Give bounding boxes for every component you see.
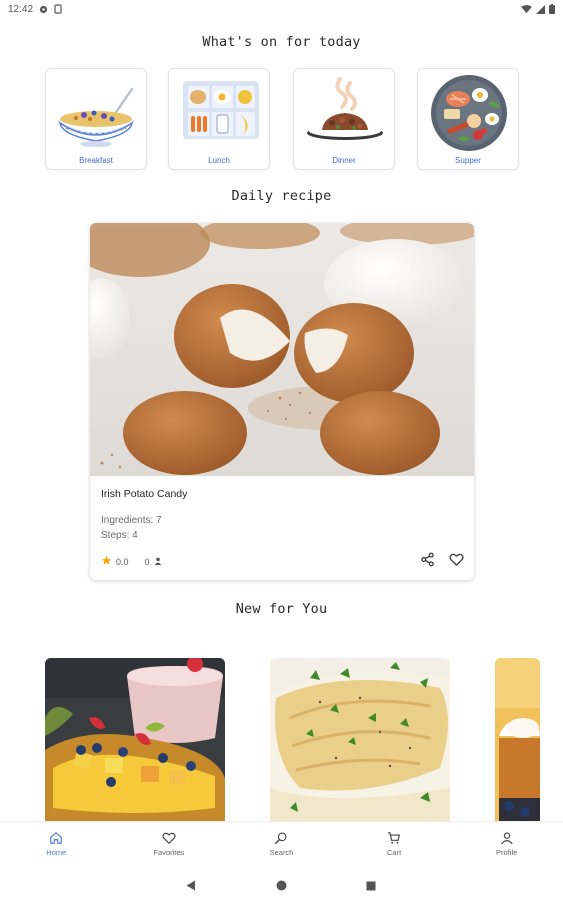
category-lunch[interactable]: Lunch xyxy=(168,68,270,170)
bottom-nav: Home Favorites Search Cart Profile xyxy=(0,821,563,866)
recents-icon[interactable] xyxy=(366,878,376,896)
category-label: Supper xyxy=(455,156,481,165)
recipe-name: Irish Potato Candy xyxy=(101,488,188,500)
category-label: Lunch xyxy=(208,156,230,165)
supper-plate-icon xyxy=(431,75,507,151)
search-icon xyxy=(275,832,288,844)
nav-home[interactable]: Home xyxy=(0,822,113,866)
star-icon xyxy=(101,555,112,568)
category-supper[interactable]: Supper xyxy=(417,68,519,170)
cupcake-photo xyxy=(495,658,540,821)
today-section-title: What's on for today xyxy=(202,34,361,50)
home-icon xyxy=(50,832,63,844)
nav-label: Search xyxy=(269,848,294,857)
daily-recipe-card[interactable]: Irish Potato Candy Ingredients: 7 Steps:… xyxy=(90,223,474,580)
nav-label: Favorites xyxy=(153,848,185,857)
category-dinner[interactable]: Dinner xyxy=(293,68,395,170)
rating-value: 0.0 xyxy=(116,556,129,567)
heart-icon xyxy=(162,832,176,844)
fruit-salad-photo xyxy=(45,658,225,821)
status-time: 12:42 xyxy=(8,3,34,15)
message-notification-icon xyxy=(39,5,48,14)
nav-label: Cart xyxy=(386,848,402,857)
share-icon[interactable] xyxy=(420,552,435,572)
home-button-icon[interactable] xyxy=(276,878,287,896)
recipe-stats: 0.0 0 xyxy=(101,555,162,568)
sim-notification-icon xyxy=(54,4,62,14)
signal-icon xyxy=(536,4,545,14)
nav-label: Profile xyxy=(496,848,518,857)
chicken-dish-photo xyxy=(270,658,450,821)
cereal-bowl-icon xyxy=(58,87,134,147)
lunch-tray-icon xyxy=(183,81,259,139)
nav-label: Home xyxy=(46,848,67,857)
nav-favorites[interactable]: Favorites xyxy=(113,822,226,866)
nav-search[interactable]: Search xyxy=(225,822,338,866)
favorite-heart-icon[interactable] xyxy=(449,552,464,572)
person-icon xyxy=(154,557,162,567)
daily-section-title: Daily recipe xyxy=(231,188,332,204)
system-nav-bar xyxy=(0,866,563,900)
new-recipe-card-fruit[interactable] xyxy=(45,658,225,821)
cart-icon xyxy=(388,832,400,844)
wifi-icon xyxy=(521,4,532,14)
new-section-title: New for You xyxy=(235,601,328,617)
category-label: Breakfast xyxy=(79,156,113,165)
dinner-plate-icon xyxy=(307,77,383,140)
nav-cart[interactable]: Cart xyxy=(338,822,451,866)
recipe-steps: Steps: 4 xyxy=(101,530,138,541)
profile-icon xyxy=(500,832,513,845)
status-bar: 12:42 xyxy=(0,0,563,18)
category-breakfast[interactable]: Breakfast xyxy=(45,68,147,170)
back-icon[interactable] xyxy=(186,878,196,896)
battery-icon xyxy=(549,4,555,14)
new-recipe-card-chicken[interactable] xyxy=(270,658,450,821)
category-label: Dinner xyxy=(332,156,356,165)
recipe-ingredients: Ingredients: 7 xyxy=(101,515,162,526)
nav-profile[interactable]: Profile xyxy=(450,822,563,866)
new-recipe-card-cupcake[interactable] xyxy=(495,658,540,821)
review-count: 0 xyxy=(144,556,150,567)
recipe-photo xyxy=(90,223,474,476)
